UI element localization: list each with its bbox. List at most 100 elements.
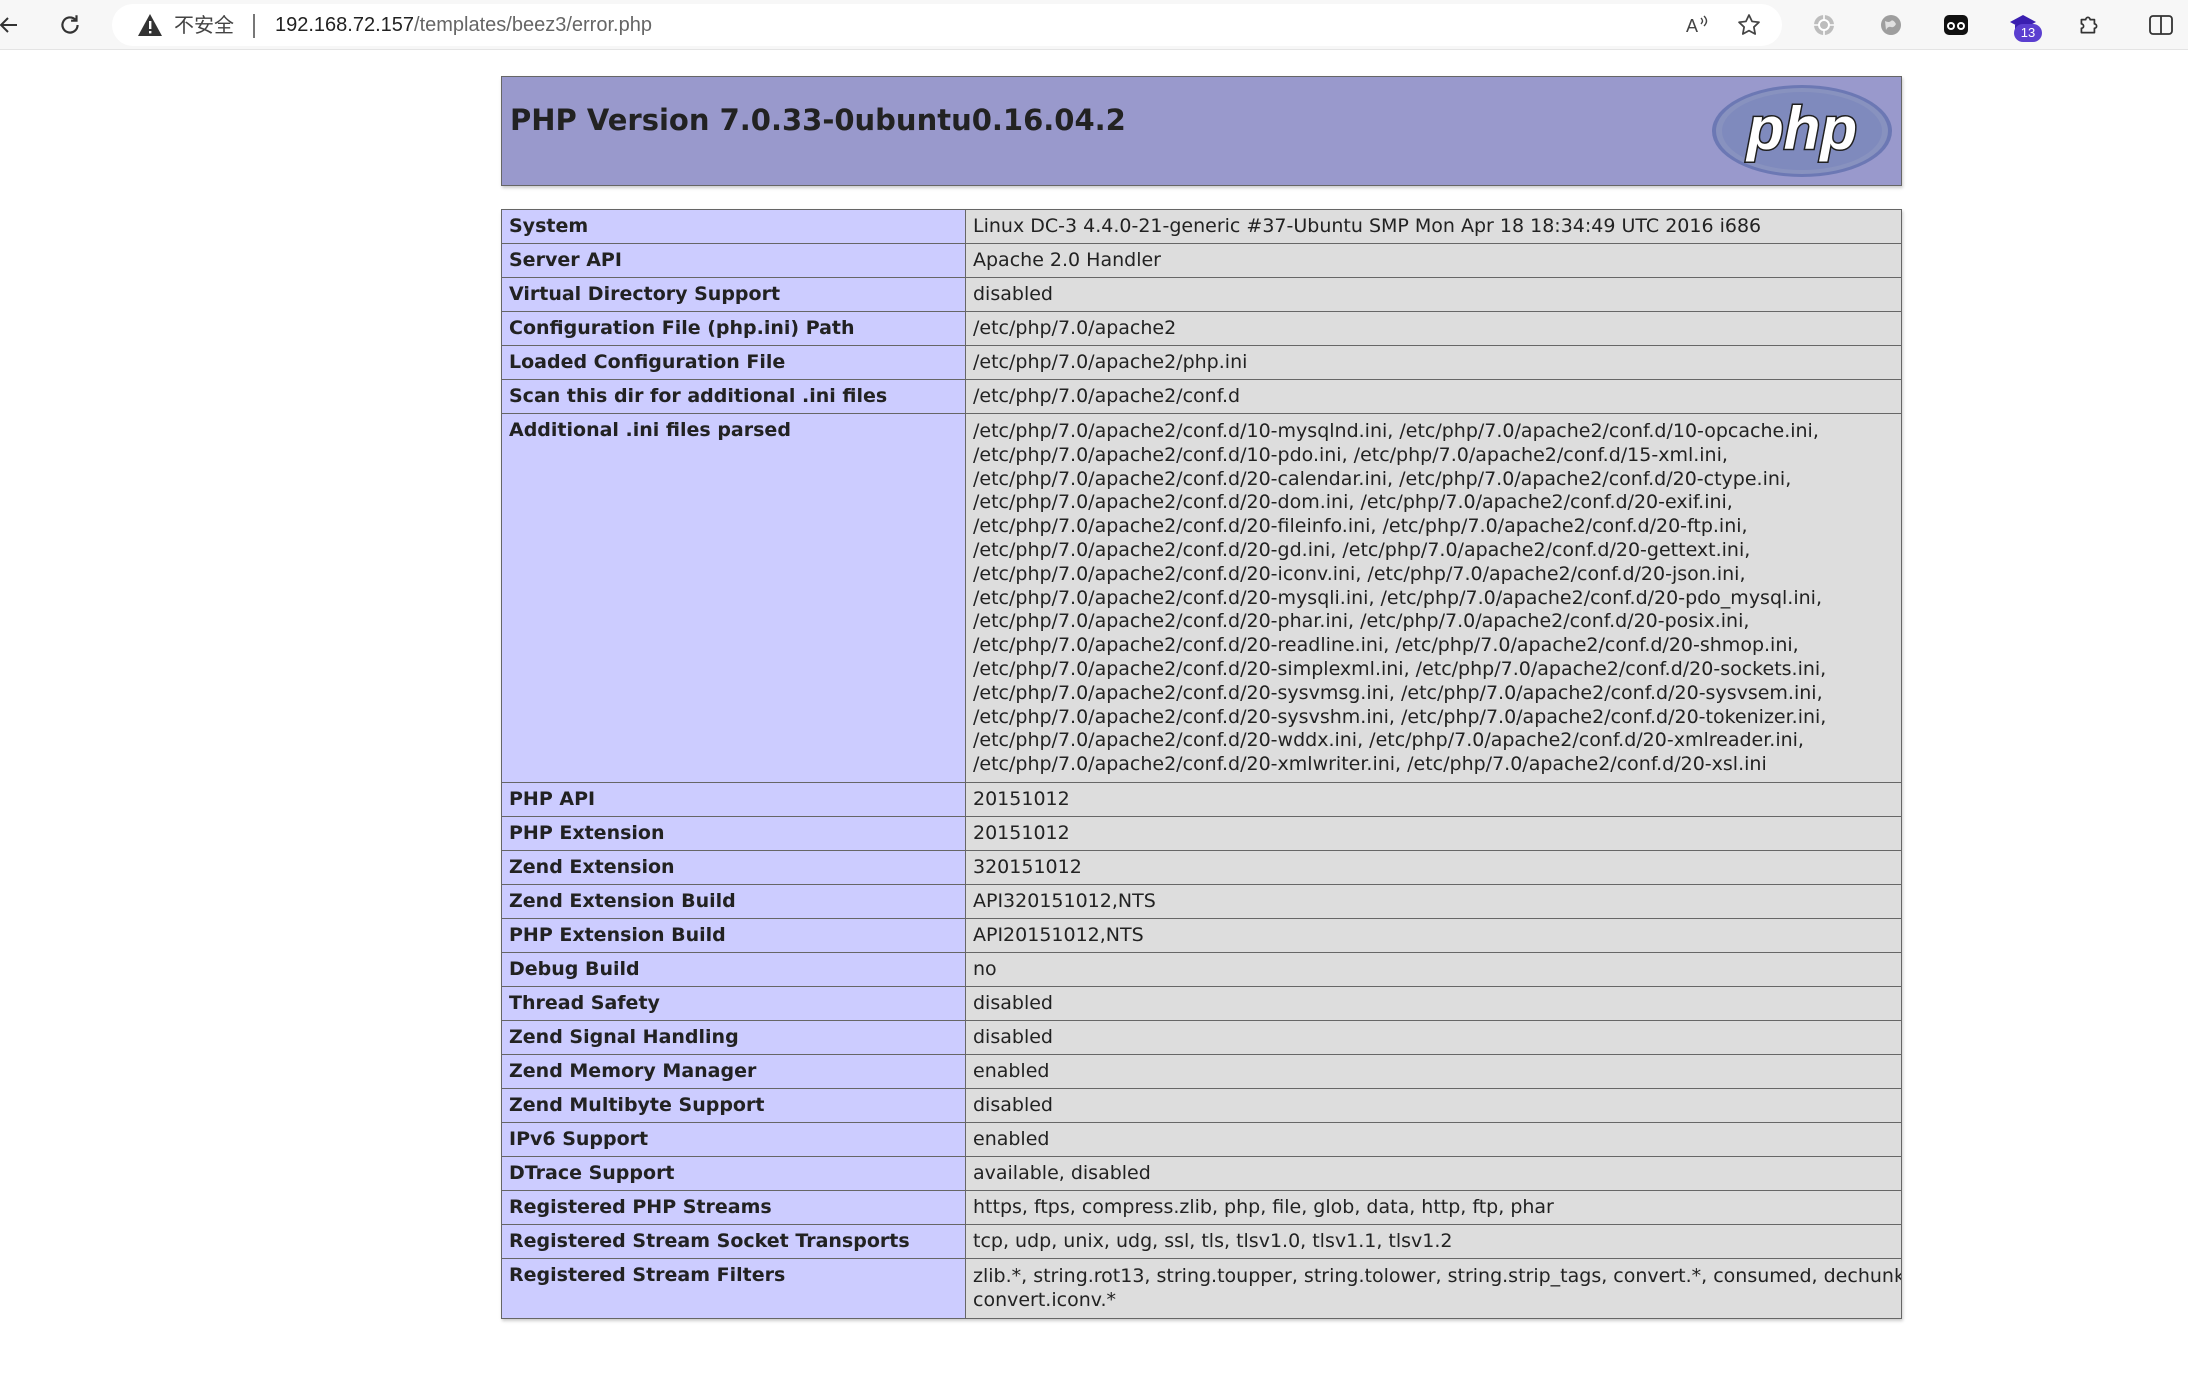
row-key: DTrace Support [501, 1155, 966, 1191]
row-value-line: /etc/php/7.0/apache2/conf.d/20-sysvmsg.i… [973, 681, 1823, 704]
row-key: IPv6 Support [501, 1121, 966, 1157]
row-value-line: /etc/php/7.0/apache2/conf.d/20-gd.ini, /… [973, 538, 1751, 561]
address-separator [253, 14, 255, 38]
table-row: Loaded Configuration File/etc/php/7.0/ap… [501, 345, 1902, 380]
row-value: available, disabled [965, 1155, 1902, 1191]
row-key: Server API [501, 243, 966, 278]
security-label[interactable]: 不安全 [174, 10, 234, 40]
row-key: Scan this dir for additional .ini files [501, 379, 966, 414]
row-key: Debug Build [501, 951, 966, 987]
row-value: /etc/php/7.0/apache2/php.ini [965, 345, 1902, 380]
row-value: API320151012,NTS [965, 883, 1902, 919]
table-row: Debug Build no [501, 951, 1902, 987]
row-value: /etc/php/7.0/apache2 [965, 311, 1902, 346]
table-row: Zend Signal Handling disabled [501, 1019, 1902, 1055]
row-value: enabled [965, 1053, 1902, 1089]
page-title: PHP Version 7.0.33-0ubuntu0.16.04.2 [510, 103, 1126, 137]
row-value: no [965, 951, 1902, 987]
row-key: Additional .ini files parsed [501, 413, 966, 783]
row-value-line: /etc/php/7.0/apache2/conf.d/20-iconv.ini… [973, 562, 1746, 585]
row-value: disabled [965, 1087, 1902, 1123]
row-value: disabled [965, 277, 1902, 312]
php-info-table: System Linux DC-3 4.4.0-21-generic #37-Ub… [501, 209, 1902, 1319]
row-key: PHP Extension [501, 815, 966, 851]
svg-text:A: A [1686, 16, 1698, 36]
row-key: Loaded Configuration File [501, 345, 966, 380]
row-value: enabled [965, 1121, 1902, 1157]
table-row: System Linux DC-3 4.4.0-21-generic #37-Ub… [501, 209, 1902, 244]
row-key: Registered Stream Socket Transports [501, 1223, 966, 1259]
row-key: PHP Extension Build [501, 917, 966, 953]
row-key: Zend Extension [501, 849, 966, 885]
table-row: Configuration File (php.ini) Path/etc/ph… [501, 311, 1902, 346]
table-row: Registered Stream Socket Transports tcp, … [501, 1223, 1902, 1259]
row-key: Registered Stream Filters [501, 1257, 966, 1319]
row-value-line: /etc/php/7.0/apache2/conf.d/20-fileinfo.… [973, 515, 1748, 538]
table-row: Server API Apache 2.0 Handler [501, 243, 1902, 278]
puzzle-icon[interactable] [2074, 10, 2104, 40]
row-value: https, ftps, compress.zlib, php, file, g… [965, 1189, 1902, 1225]
row-key: Configuration File (php.ini) Path [501, 311, 966, 346]
table-row: PHP Extension 20151012 [501, 815, 1902, 851]
row-value: Linux DC-3 4.4.0-21-generic #37-Ubuntu S… [965, 209, 1902, 244]
row-value: disabled [965, 985, 1902, 1021]
php-logo-text: php [1745, 95, 1857, 162]
game-icon[interactable] [1941, 10, 1971, 40]
row-value-line: /etc/php/7.0/apache2/conf.d/20-wddx.ini,… [973, 729, 1804, 752]
extensions-badge: 13 [2014, 24, 2042, 42]
table-row: Virtual Directory Support disabled [501, 277, 1902, 312]
table-row: PHP API 20151012 [501, 781, 1902, 817]
row-key: PHP API [501, 781, 966, 817]
row-value: 20151012 [965, 781, 1902, 817]
row-value-line: /etc/php/7.0/apache2/conf.d/20-phar.ini,… [973, 610, 1750, 633]
row-value: disabled [965, 1019, 1902, 1055]
table-row: Zend Extension 320151012 [501, 849, 1902, 885]
table-row: Thread Safety disabled [501, 985, 1902, 1021]
row-key: Registered PHP Streams [501, 1189, 966, 1225]
browser-toolbar: 不安全 192.168.72.157/templates/beez3/error… [0, 0, 2188, 50]
table-row: Additional .ini files parsed/etc/php/7.0… [501, 413, 1902, 783]
row-value-line: /etc/php/7.0/apache2/conf.d/10-mysqlnd.i… [973, 420, 1819, 442]
url-path: /templates/beez3/error.php [414, 14, 652, 36]
address-bar[interactable]: 不安全 192.168.72.157/templates/beez3/error… [112, 4, 1782, 46]
row-value-line: /etc/php/7.0/apache2/conf.d/10-pdo.ini, … [973, 443, 1728, 466]
table-row: Registered Stream Filters zlib.*, string.… [501, 1257, 1902, 1319]
favorite-star-icon[interactable] [1734, 10, 1764, 40]
table-row: Scan this dir for additional .ini files /… [501, 379, 1902, 414]
table-row: IPv6 Support enabled [501, 1121, 1902, 1157]
url-host: 192.168.72.157 [275, 14, 415, 36]
row-value-line: /etc/php/7.0/apache2/conf.d/20-mysqli.in… [973, 586, 1822, 609]
row-value-line: /etc/php/7.0/apache2/conf.d/20-readline.… [973, 634, 1799, 657]
table-row: Zend Memory Manager enabled [501, 1053, 1902, 1089]
read-aloud-icon[interactable]: A [1682, 10, 1712, 40]
row-value: 20151012 [965, 815, 1902, 851]
row-key: Zend Extension Build [501, 883, 966, 919]
globe-icon[interactable] [1876, 10, 1906, 40]
row-key: System [501, 209, 966, 244]
table-row: PHP Extension Build API20151012,NTS [501, 917, 1902, 953]
warning-icon[interactable] [136, 12, 164, 38]
row-key: Virtual Directory Support [501, 277, 966, 312]
url-text[interactable]: 192.168.72.157/templates/beez3/error.php [275, 10, 652, 40]
row-value-line: /etc/php/7.0/apache2/conf.d/20-sysvshm.i… [973, 705, 1827, 728]
row-key: Thread Safety [501, 985, 966, 1021]
table-row: Registered PHP Streams https, ftps, compr… [501, 1189, 1902, 1225]
row-value-line: /etc/php/7.0/apache2/conf.d/20-calendar.… [973, 467, 1792, 490]
row-value: zlib.*, string.rot13, string.toupper, st… [965, 1257, 1902, 1319]
php-version-header: PHP Version 7.0.33-0ubuntu0.16.04.2 php [501, 76, 1902, 186]
extension-icon[interactable] [1809, 10, 1839, 40]
table-row: Zend Extension Build API320151012,NTS [501, 883, 1902, 919]
row-value: /etc/php/7.0/apache2/conf.d/10-mysqlnd.i… [965, 413, 1902, 783]
row-value: 320151012 [965, 849, 1902, 885]
row-value: /etc/php/7.0/apache2/conf.d [965, 379, 1902, 414]
row-value-line: convert.iconv.* [973, 1288, 1117, 1311]
php-logo-icon[interactable]: php [1710, 83, 1894, 179]
row-value: tcp, udp, unix, udg, ssl, tls, tlsv1.0, … [965, 1223, 1902, 1259]
row-value: API20151012,NTS [965, 917, 1902, 953]
row-value-line: /etc/php/7.0/apache2/conf.d/20-simplexml… [973, 657, 1827, 680]
row-key: Zend Multibyte Support [501, 1087, 966, 1123]
split-screen-icon[interactable] [2146, 10, 2176, 40]
back-icon[interactable] [0, 10, 24, 40]
row-value-line: /etc/php/7.0/apache2/conf.d/20-xmlwriter… [973, 753, 1767, 776]
refresh-icon[interactable] [55, 10, 85, 40]
